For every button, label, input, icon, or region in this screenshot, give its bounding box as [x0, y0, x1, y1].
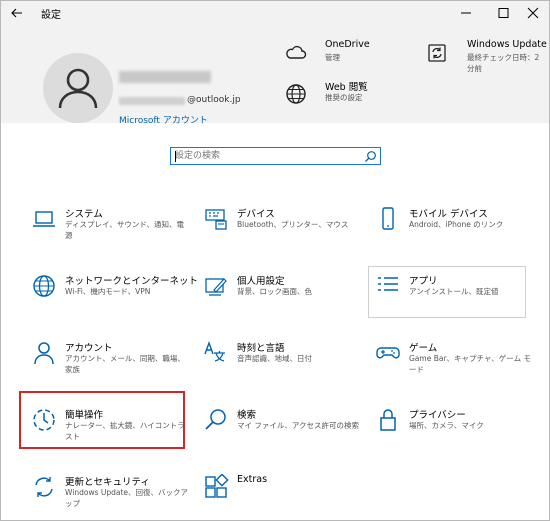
- tile-extras[interactable]: Extras: [203, 474, 363, 520]
- tile-title: 検索: [237, 410, 257, 421]
- tile-search[interactable]: 検索 マイ ファイル、アクセス許可の検索: [203, 407, 363, 455]
- tile-description: アカウント、メール、同期、職場、家族: [65, 354, 185, 374]
- close-button[interactable]: [516, 1, 549, 25]
- tile-accounts[interactable]: アカウント アカウント、メール、同期、職場、家族: [31, 340, 191, 388]
- search-icon[interactable]: [364, 150, 377, 163]
- search-input[interactable]: [175, 149, 355, 163]
- tile-personalization[interactable]: 個人用設定 背景、ロック画面、色: [203, 273, 363, 321]
- tile-title: アカウント: [65, 343, 113, 354]
- tile-system[interactable]: システム ディスプレイ、サウンド、通知、電源: [31, 206, 191, 254]
- header-panel: @outlook.jp Microsoft アカウント OneDrive 管理 …: [1, 25, 549, 126]
- tile-title: 時刻と言語: [237, 343, 285, 354]
- tile-description: ナレーター、拡大鏡、ハイコントラスト: [65, 421, 185, 441]
- microsoft-account-link[interactable]: Microsoft アカウント: [119, 113, 208, 126]
- tile-privacy[interactable]: プライバシー 場所、カメラ、マイク: [375, 407, 535, 455]
- tile-title: 更新とセキュリティ: [65, 477, 150, 488]
- tile-title: 個人用設定: [237, 276, 285, 287]
- tile-description: ディスプレイ、サウンド、通知、電源: [65, 220, 185, 240]
- tile-network[interactable]: ネットワークとインターネット Wi-Fi、機内モード、VPN: [31, 273, 198, 321]
- tile-title: デバイス: [237, 209, 275, 220]
- lock-icon: [375, 407, 401, 433]
- person-icon: [31, 340, 57, 366]
- personalization-icon: [203, 273, 229, 299]
- tile-title: システム: [65, 209, 103, 220]
- laptop-icon: [31, 206, 57, 232]
- tile-devices[interactable]: デバイス Bluetooth、プリンター、マウス: [203, 206, 363, 254]
- tile-description: マイ ファイル、アクセス許可の検索: [237, 421, 360, 430]
- globe-icon[interactable]: [284, 82, 308, 106]
- tile-time-language[interactable]: 時刻と言語 音声認識、地域、日付: [203, 340, 363, 388]
- tile-mobile-devices[interactable]: モバイル デバイス Android、iPhone のリンク: [375, 206, 535, 254]
- window-title: 設定: [41, 10, 61, 21]
- windows-update-subtitle: 最終チェック日時：2 分前: [467, 53, 540, 73]
- web-browsing-subtitle: 推奨の設定: [325, 93, 363, 102]
- account-email-blurred: [119, 97, 185, 105]
- tile-title: ネットワークとインターネット: [65, 276, 199, 287]
- windows-update-icon[interactable]: [425, 41, 449, 65]
- tile-description: 背景、ロック画面、色: [237, 287, 312, 296]
- windows-update-title[interactable]: Windows Update: [467, 39, 547, 50]
- tile-update-security[interactable]: 更新とセキュリティ Windows Update、回復、バックアップ: [31, 474, 191, 520]
- gamepad-icon: [375, 340, 401, 366]
- cloud-icon[interactable]: [284, 41, 308, 65]
- back-arrow-icon[interactable]: [7, 3, 27, 23]
- tile-gaming[interactable]: ゲーム Game Bar、キャプチャ、ゲーム モード: [375, 340, 535, 388]
- account-email: @outlook.jp: [187, 95, 241, 105]
- minimize-button[interactable]: [449, 1, 483, 25]
- phone-icon: [375, 206, 401, 232]
- tile-ease-of-access[interactable]: 簡単操作 ナレーター、拡大鏡、ハイコントラスト: [31, 407, 191, 455]
- tile-title: 簡単操作: [65, 410, 104, 421]
- search-box[interactable]: [170, 147, 381, 165]
- account-name-blurred: [119, 71, 211, 83]
- tile-description: Wi-Fi、機内モード、VPN: [65, 287, 151, 296]
- onedrive-subtitle: 管理: [325, 53, 340, 62]
- user-silhouette-icon: [58, 68, 98, 109]
- tile-title: プライバシー: [409, 410, 466, 421]
- tile-description: Game Bar、キャプチャ、ゲーム モード: [409, 354, 531, 374]
- web-browsing-title[interactable]: Web 閲覧: [325, 79, 368, 93]
- extras-icon: [203, 474, 229, 500]
- onedrive-title[interactable]: OneDrive: [325, 39, 370, 50]
- tile-description: 音声認識、地域、日付: [237, 354, 312, 363]
- maximize-button[interactable]: [486, 1, 520, 25]
- keyboard-printer-icon: [203, 206, 229, 232]
- avatar[interactable]: [43, 53, 113, 123]
- time-language-icon: [203, 340, 229, 366]
- tile-description: Windows Update、回復、バックアップ: [65, 488, 189, 508]
- tile-title: アプリ: [409, 276, 438, 287]
- search-icon: [203, 407, 229, 433]
- tile-description: Android、iPhone のリンク: [409, 220, 504, 229]
- title-bar: 設定: [1, 1, 549, 25]
- tile-apps[interactable]: アプリ アンインストール、既定値: [375, 273, 535, 321]
- tile-title: ゲーム: [409, 343, 438, 354]
- tile-title: Extras: [237, 474, 268, 485]
- apps-list-icon: [375, 273, 401, 299]
- settings-window: 設定 @outlook.jp Microsoft アカウント OneDrive …: [0, 0, 550, 521]
- tile-description: Bluetooth、プリンター、マウス: [237, 220, 349, 229]
- tile-title: モバイル デバイス: [409, 209, 488, 220]
- sync-icon: [31, 474, 57, 500]
- tile-description: アンインストール、既定値: [409, 287, 499, 296]
- tile-description: 場所、カメラ、マイク: [409, 421, 484, 430]
- ease-of-access-icon: [31, 407, 57, 433]
- text-caret: [175, 151, 176, 162]
- globe-icon: [31, 273, 57, 299]
